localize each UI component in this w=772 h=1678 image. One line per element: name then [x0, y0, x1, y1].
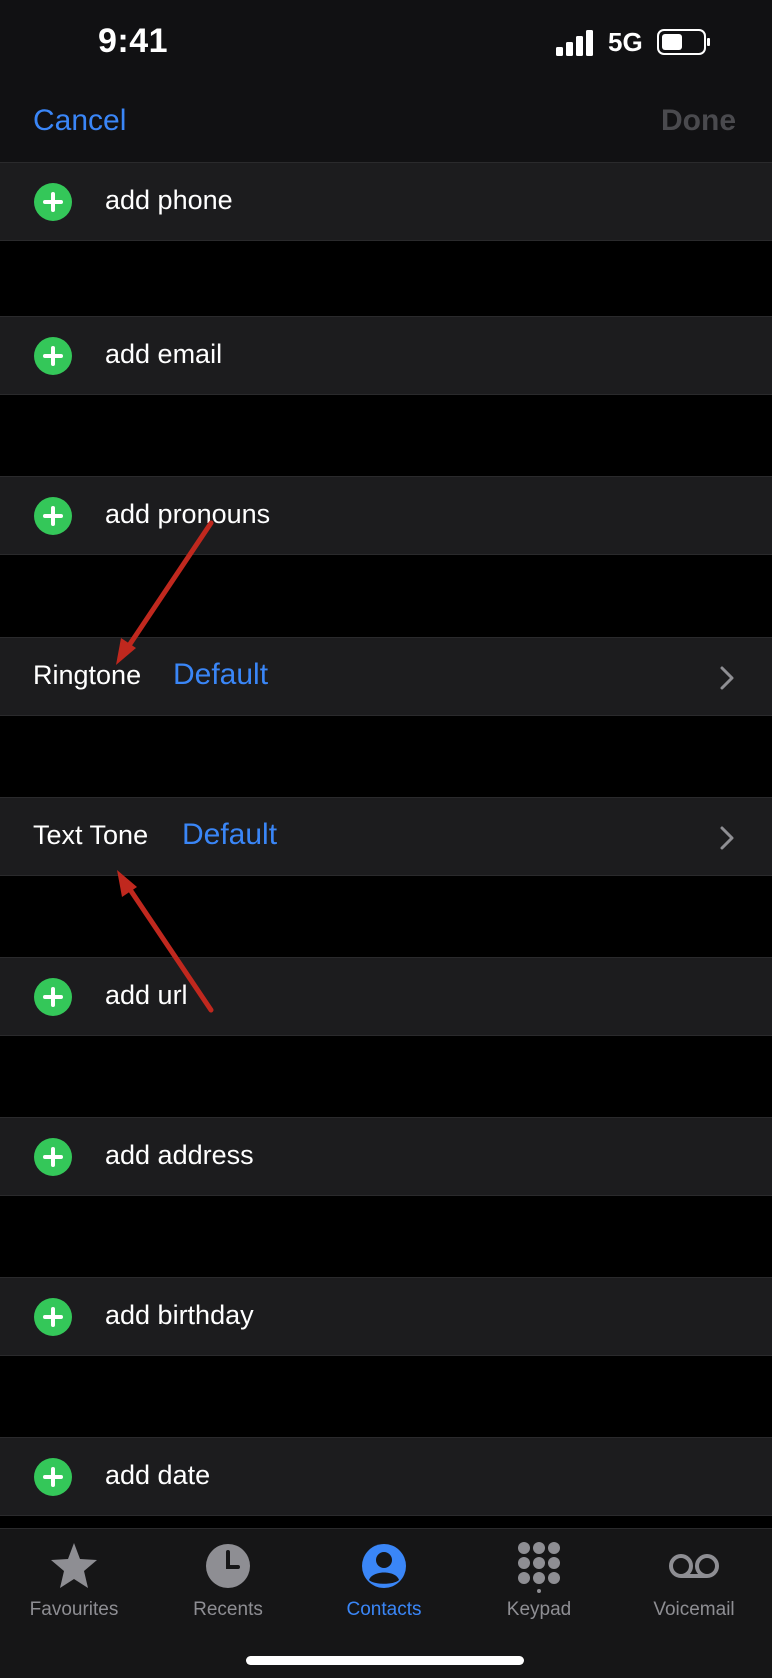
done-button[interactable]: Done [661, 104, 736, 138]
tab-label: Voicemail [653, 1599, 735, 1620]
network-type: 5G [608, 27, 643, 57]
tab-keypad[interactable]: Keypad [464, 1539, 614, 1621]
add-icon[interactable] [34, 1298, 72, 1336]
voicemail-icon [669, 1554, 719, 1578]
add-address-label: add address [105, 1140, 254, 1170]
ringtone-label: Ringtone [33, 660, 142, 690]
battery-icon [657, 29, 710, 55]
add-url-label: add url [105, 980, 188, 1010]
nav-bar: Cancel Done [0, 90, 772, 162]
tab-recents[interactable]: Recents [153, 1539, 303, 1621]
clock-icon [206, 1544, 250, 1588]
tab-label: Contacts [346, 1599, 422, 1620]
ringtone-row[interactable]: Ringtone Default [0, 637, 772, 716]
add-icon[interactable] [34, 978, 72, 1016]
add-phone-label: add phone [105, 185, 233, 215]
person-icon [362, 1544, 406, 1588]
chevron-right-icon [720, 826, 734, 850]
cancel-button[interactable]: Cancel [33, 104, 126, 138]
star-icon [51, 1543, 97, 1588]
add-phone-row[interactable]: add phone [0, 162, 772, 241]
text-tone-row[interactable]: Text Tone Default [0, 797, 772, 876]
add-email-row[interactable]: add email [0, 316, 772, 395]
add-email-label: add email [105, 339, 223, 369]
add-pronouns-row[interactable]: add pronouns [0, 476, 772, 555]
status-time: 9:41 [98, 22, 169, 60]
home-indicator[interactable] [246, 1656, 524, 1665]
tab-favourites[interactable]: Favourites [0, 1539, 149, 1621]
add-icon[interactable] [34, 497, 72, 535]
add-address-row[interactable]: add address [0, 1117, 772, 1196]
status-bar: 9:41 5G [0, 0, 772, 90]
add-icon[interactable] [34, 1138, 72, 1176]
text-tone-label: Text Tone [33, 820, 149, 850]
signal-icon [556, 30, 593, 56]
add-date-label: add date [105, 1460, 211, 1490]
add-icon[interactable] [34, 337, 72, 375]
add-date-row[interactable]: add date [0, 1437, 772, 1516]
tab-label: Recents [193, 1599, 263, 1620]
add-pronouns-label: add pronouns [105, 499, 271, 529]
ringtone-value: Default [173, 658, 269, 691]
add-birthday-row[interactable]: add birthday [0, 1277, 772, 1356]
text-tone-value: Default [182, 818, 278, 851]
tab-contacts[interactable]: Contacts [309, 1539, 459, 1621]
add-icon[interactable] [34, 183, 72, 221]
tab-label: Favourites [29, 1599, 119, 1620]
keypad-icon [518, 1542, 560, 1593]
add-birthday-label: add birthday [105, 1300, 254, 1330]
tab-label: Keypad [506, 1599, 572, 1620]
chevron-right-icon [720, 666, 734, 690]
tab-voicemail[interactable]: Voicemail [619, 1539, 769, 1621]
add-url-row[interactable]: add url [0, 957, 772, 1036]
add-icon[interactable] [34, 1458, 72, 1496]
